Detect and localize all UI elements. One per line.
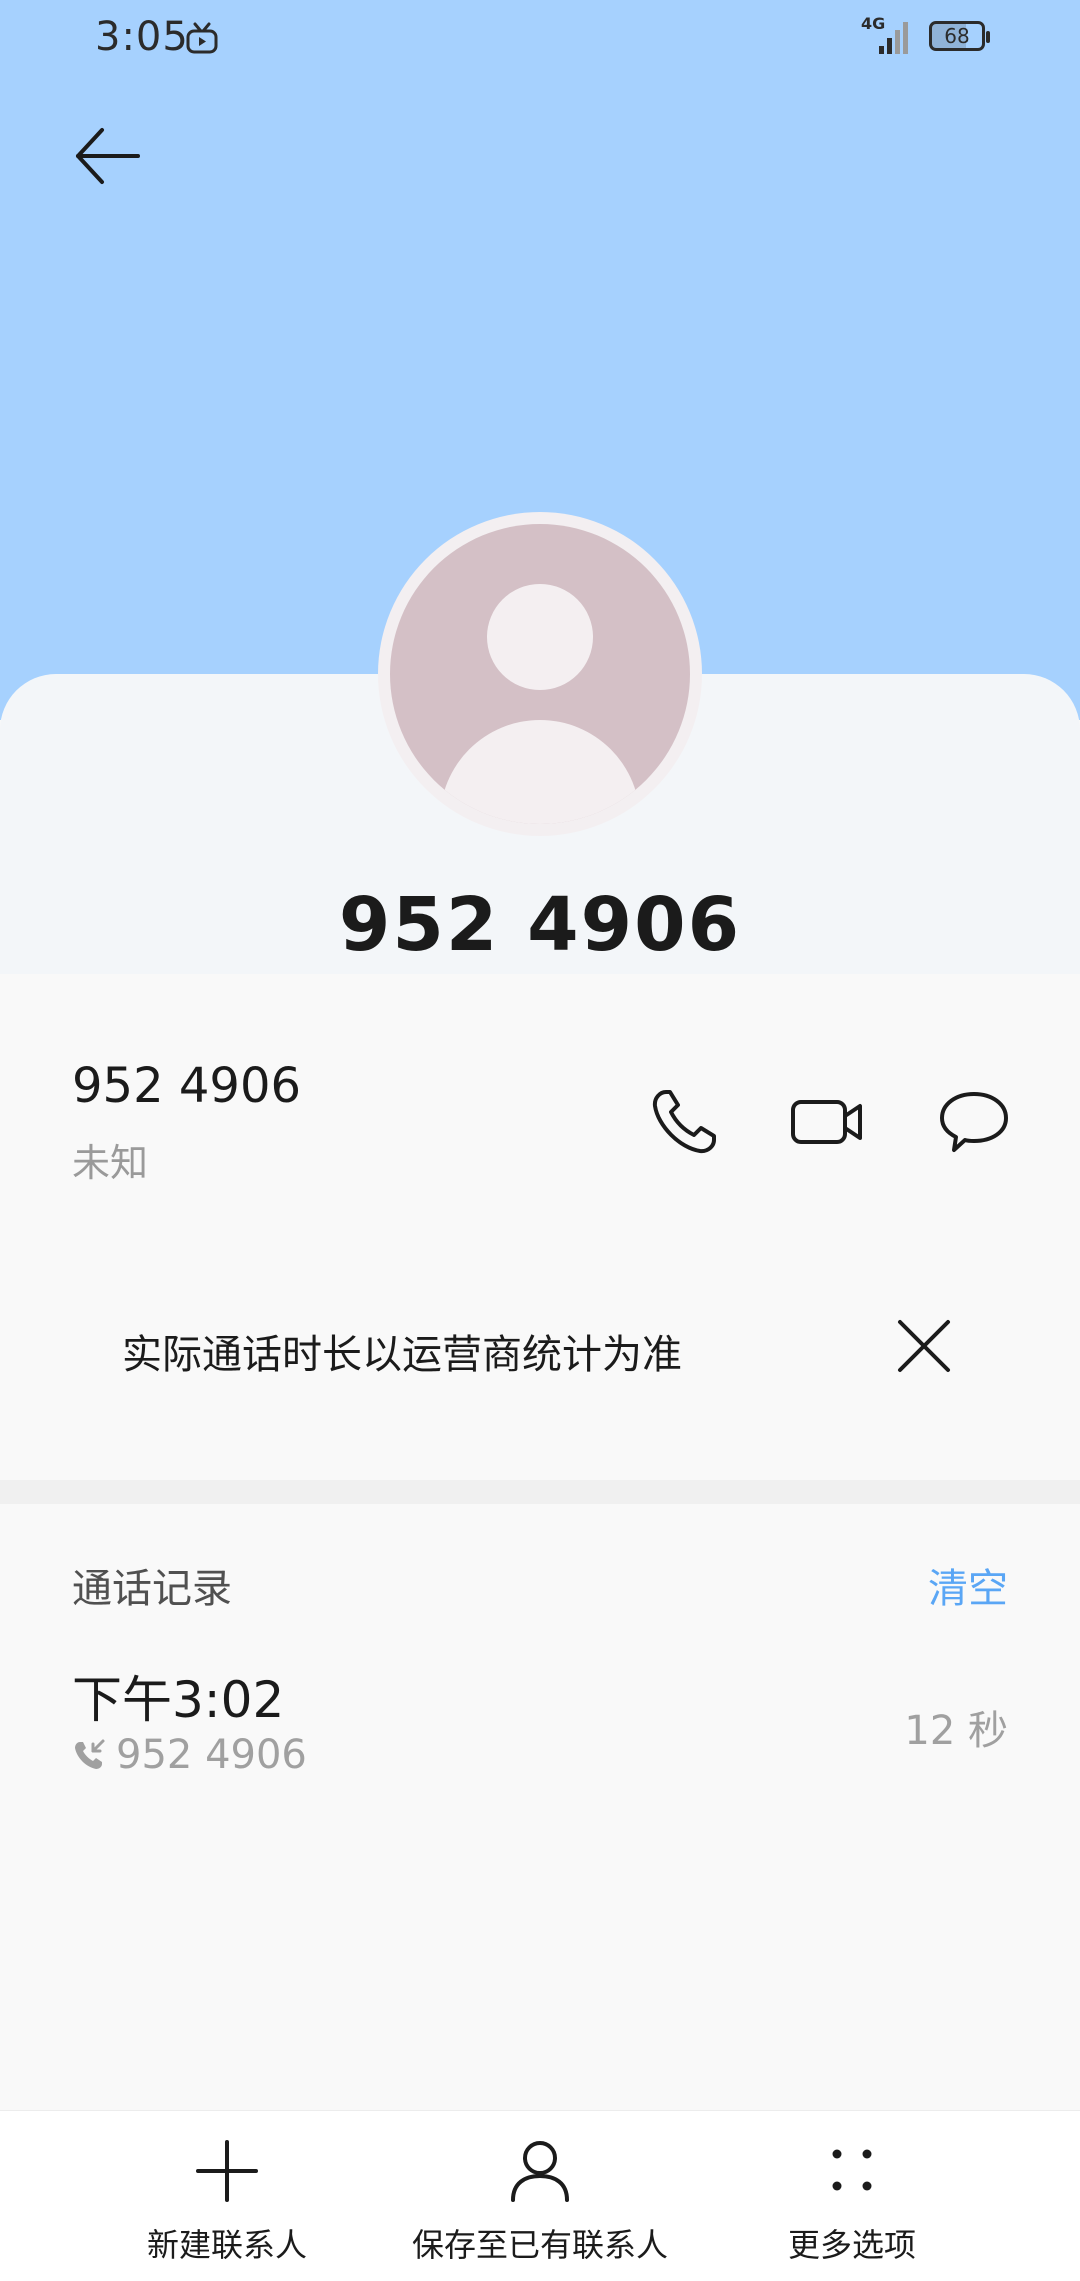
clear-button[interactable]: 清空 (928, 1556, 1008, 1614)
plus-icon (196, 2140, 258, 2202)
call-log-duration: 12 秒 (904, 1708, 1008, 1754)
page-title: 952 4906 (338, 882, 742, 968)
phone-icon[interactable] (644, 1082, 724, 1162)
call-log-number: 952 4906 (116, 1732, 307, 1778)
more-options-label: 更多选项 (787, 2226, 916, 2264)
phone-number[interactable]: 952 4906 (72, 1058, 301, 1114)
duration-notice: 实际通话时长以运营商统计为准 (122, 1332, 682, 1378)
new-contact-label: 新建联系人 (146, 2226, 307, 2264)
call-log-time: 下午3:02 (72, 1671, 285, 1729)
avatar[interactable] (378, 512, 702, 836)
signal-icon: 4G (861, 14, 917, 56)
message-icon[interactable] (934, 1082, 1014, 1162)
incoming-call-icon (75, 1739, 105, 1769)
back-arrow-icon[interactable] (68, 118, 148, 198)
new-contact-button[interactable]: 新建联系人 (77, 2136, 377, 2266)
save-to-existing-contact-button[interactable]: 保存至已有联系人 (390, 2136, 690, 2266)
tv-icon (186, 22, 218, 54)
status-right: 4G 68 (861, 14, 990, 58)
person-icon (511, 2141, 569, 2202)
call-log-title: 通话记录 (72, 1566, 232, 1612)
more-dots-icon (832, 2149, 872, 2191)
status-time: 3:05 (95, 14, 189, 60)
number-location-label: 未知 (72, 1141, 149, 1185)
section-divider (0, 1480, 1080, 1504)
battery-level: 68 (944, 24, 970, 48)
video-camera-icon[interactable] (788, 1082, 868, 1162)
default-avatar-icon (390, 524, 690, 824)
battery-icon: 68 (929, 21, 990, 51)
save-to-existing-contact-label: 保存至已有联系人 (411, 2226, 668, 2264)
more-options-button[interactable]: 更多选项 (702, 2136, 1002, 2266)
close-icon[interactable] (888, 1310, 960, 1382)
